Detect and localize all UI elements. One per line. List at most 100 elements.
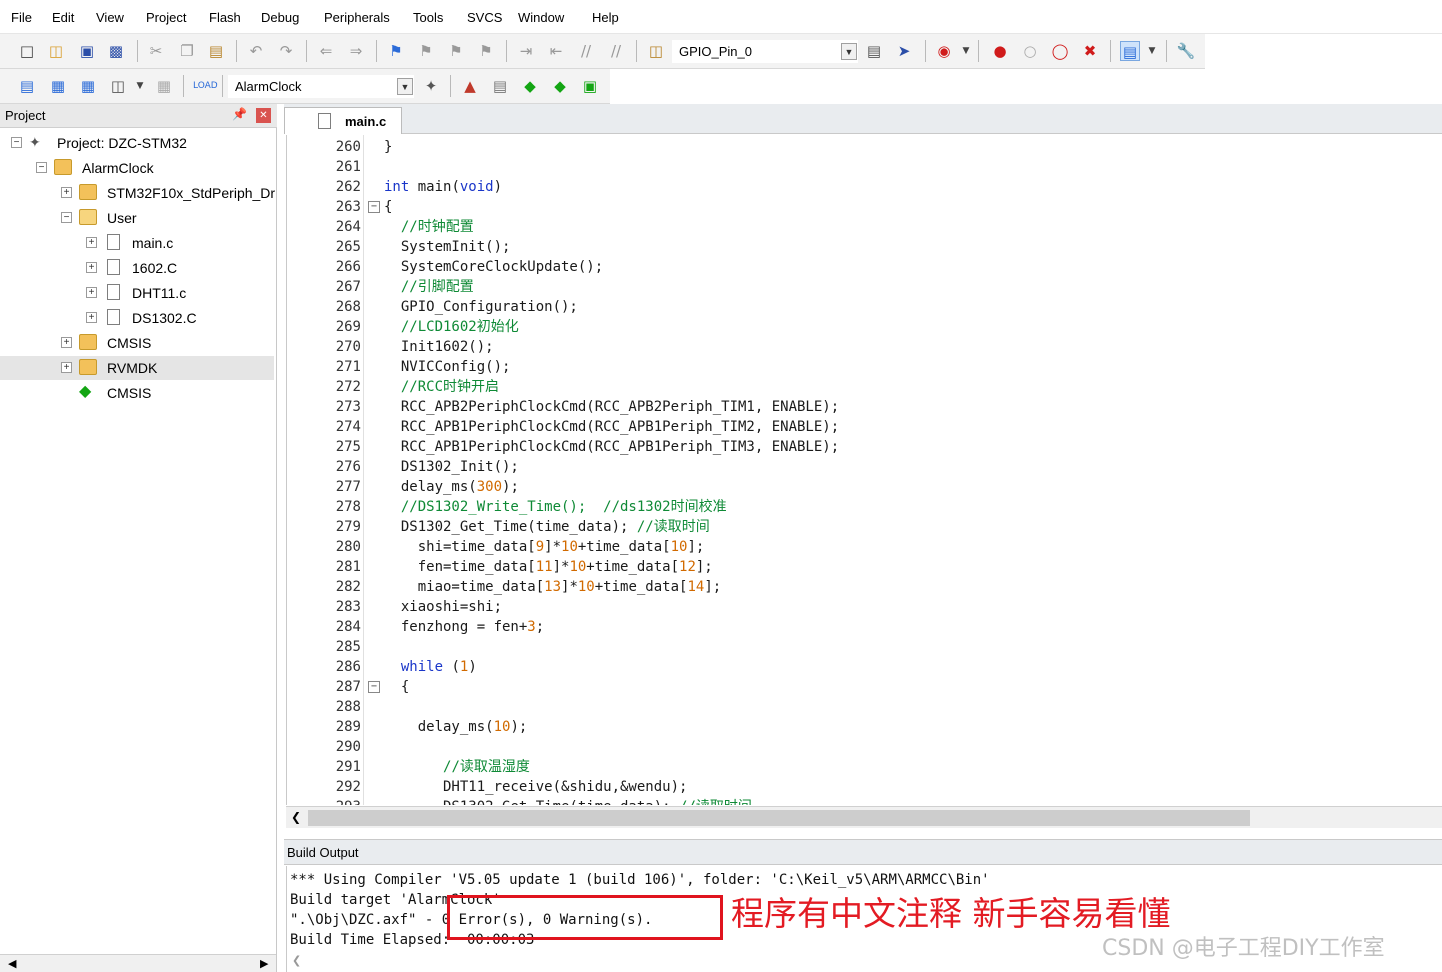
menu-debug[interactable]: Debug	[261, 10, 299, 25]
expand-icon[interactable]: +	[61, 362, 72, 373]
run-time-environment-icon[interactable]: ◆	[520, 76, 540, 96]
expand-icon[interactable]: +	[61, 337, 72, 348]
tree-item-target[interactable]: − AlarmClock	[0, 156, 276, 180]
pack-installer-icon[interactable]: ▣	[580, 76, 600, 96]
chevron-down-icon[interactable]: ▼	[130, 76, 150, 96]
expand-icon[interactable]: +	[86, 312, 97, 323]
indent-icon[interactable]: ⇥	[516, 41, 536, 61]
tree-item-group[interactable]: − User	[0, 206, 276, 230]
disable-breakpoint-icon[interactable]: ○	[1020, 41, 1040, 61]
code-line[interactable]: 263−{	[287, 197, 1442, 217]
code-line[interactable]: 293 DS1302_Get_Time(time_data); //读取时间	[287, 797, 1442, 805]
next-bookmark-icon[interactable]: ⚑	[446, 41, 466, 61]
menu-tools[interactable]: Tools	[413, 10, 443, 25]
find-in-files-icon[interactable]: ◫	[646, 41, 666, 61]
expand-icon[interactable]: +	[86, 287, 97, 298]
scrollbar-thumb[interactable]	[308, 810, 1250, 826]
tree-item-project[interactable]: − ✦ Project: DZC-STM32	[0, 131, 276, 155]
comment-icon[interactable]: //	[576, 41, 596, 61]
code-line[interactable]: 281 fen=time_data[11]*10+time_data[12];	[287, 557, 1442, 577]
project-horizontal-scrollbar[interactable]: ◀ ▶	[0, 954, 276, 972]
scroll-left-icon[interactable]: ❮	[292, 954, 301, 967]
tree-item-file[interactable]: + DS1302.C	[0, 306, 276, 330]
find-combo[interactable]: GPIO_Pin_0 ▼	[672, 40, 858, 63]
menu-peripherals[interactable]: Peripherals	[324, 10, 390, 25]
build-icon[interactable]: ▦	[48, 76, 68, 96]
chevron-down-icon[interactable]: ▼	[1142, 41, 1162, 61]
menu-edit[interactable]: Edit	[52, 10, 74, 25]
select-packs-icon[interactable]: ▤	[490, 76, 510, 96]
incremental-find-icon[interactable]: ➤	[894, 41, 914, 61]
code-editor[interactable]: 260} 261 262 int main(void) 263−{264 //时钟配置 2…	[286, 135, 1442, 805]
prev-bookmark-icon[interactable]: ⚑	[416, 41, 436, 61]
navigate-forward-icon[interactable]: ⇒	[346, 41, 366, 61]
target-combo[interactable]: AlarmClock ▼	[228, 75, 414, 98]
menu-svcs[interactable]: SVCS	[467, 10, 502, 25]
close-icon[interactable]: ✕	[256, 108, 271, 123]
open-file-icon[interactable]: ◫	[46, 41, 66, 61]
menu-project[interactable]: Project	[146, 10, 186, 25]
bookmark-icon[interactable]: ⚑	[386, 41, 406, 61]
code-line[interactable]: 285	[287, 637, 1442, 657]
code-line[interactable]: 269 //LCD1602初始化	[287, 317, 1442, 337]
chevron-down-icon[interactable]: ▼	[841, 43, 857, 60]
code-line[interactable]: 261	[287, 157, 1442, 177]
target-options-icon[interactable]: ✦	[421, 76, 441, 96]
code-line[interactable]: 291 //读取温湿度	[287, 757, 1442, 777]
translate-icon[interactable]: ▤	[17, 76, 37, 96]
expand-icon[interactable]: +	[61, 187, 72, 198]
code-line[interactable]: 272 //RCC时钟开启	[287, 377, 1442, 397]
stop-build-icon[interactable]: ▦	[154, 76, 174, 96]
cut-icon[interactable]: ✂	[146, 41, 166, 61]
code-line[interactable]: 290	[287, 737, 1442, 757]
expand-icon[interactable]: +	[86, 237, 97, 248]
tab-main-c[interactable]: main.c	[284, 107, 402, 134]
collapse-icon[interactable]: −	[11, 137, 22, 148]
expand-icon[interactable]: +	[86, 262, 97, 273]
fold-collapse-icon[interactable]: −	[368, 681, 380, 693]
code-line[interactable]: 288	[287, 697, 1442, 717]
clear-bookmarks-icon[interactable]: ⚑	[476, 41, 496, 61]
window-layout-icon[interactable]: ▤	[1120, 41, 1140, 61]
software-packs-icon[interactable]: ◆	[550, 76, 570, 96]
unindent-icon[interactable]: ⇤	[546, 41, 566, 61]
code-line[interactable]: 271 NVICConfig();	[287, 357, 1442, 377]
chevron-down-icon[interactable]: ▼	[956, 41, 976, 61]
save-all-icon[interactable]: ▩	[106, 41, 126, 61]
tree-item-group[interactable]: + CMSIS	[0, 331, 276, 355]
uncomment-icon[interactable]: //	[606, 41, 626, 61]
code-line[interactable]: 264 //时钟配置	[287, 217, 1442, 237]
code-line[interactable]: 266 SystemCoreClockUpdate();	[287, 257, 1442, 277]
debug-session-icon[interactable]: ◉	[934, 41, 954, 61]
code-line[interactable]: 267 //引脚配置	[287, 277, 1442, 297]
scroll-right-icon[interactable]: ▶	[260, 957, 268, 970]
copy-icon[interactable]: ❐	[177, 41, 197, 61]
collapse-icon[interactable]: −	[61, 212, 72, 223]
code-line[interactable]: 284 fenzhong = fen+3;	[287, 617, 1442, 637]
code-line[interactable]: 277 delay_ms(300);	[287, 477, 1442, 497]
code-line[interactable]: 265 SystemInit();	[287, 237, 1442, 257]
code-line[interactable]: 260}	[287, 137, 1442, 157]
tree-item-group[interactable]: + STM32F10x_StdPeriph_Dr	[0, 181, 276, 205]
tree-item-file[interactable]: + DHT11.c	[0, 281, 276, 305]
collapse-icon[interactable]: −	[36, 162, 47, 173]
kill-all-breakpoints-icon[interactable]: ✖	[1080, 41, 1100, 61]
code-line[interactable]: 270 Init1602();	[287, 337, 1442, 357]
menu-view[interactable]: View	[96, 10, 124, 25]
redo-icon[interactable]: ↷	[276, 41, 296, 61]
rebuild-icon[interactable]: ▦	[78, 76, 98, 96]
code-line[interactable]: 286 while (1)	[287, 657, 1442, 677]
code-line[interactable]: 283 xiaoshi=shi;	[287, 597, 1442, 617]
code-line[interactable]: 273 RCC_APB2PeriphClockCmd(RCC_APB2Perip…	[287, 397, 1442, 417]
tree-item-file[interactable]: + 1602.C	[0, 256, 276, 280]
code-line[interactable]: 279 DS1302_Get_Time(time_data); //读取时间	[287, 517, 1442, 537]
code-line[interactable]: 268 GPIO_Configuration();	[287, 297, 1442, 317]
menu-file[interactable]: File	[11, 10, 32, 25]
tree-item-group-selected[interactable]: + RVMDK	[0, 356, 274, 380]
pin-icon[interactable]: 📌	[232, 107, 247, 121]
new-file-icon[interactable]: □	[17, 41, 37, 61]
save-icon[interactable]: ▣	[77, 41, 97, 61]
disable-all-breakpoints-icon[interactable]: ◯	[1050, 41, 1070, 61]
code-line[interactable]: 282 miao=time_data[13]*10+time_data[14];	[287, 577, 1442, 597]
tree-item-file[interactable]: + main.c	[0, 231, 276, 255]
